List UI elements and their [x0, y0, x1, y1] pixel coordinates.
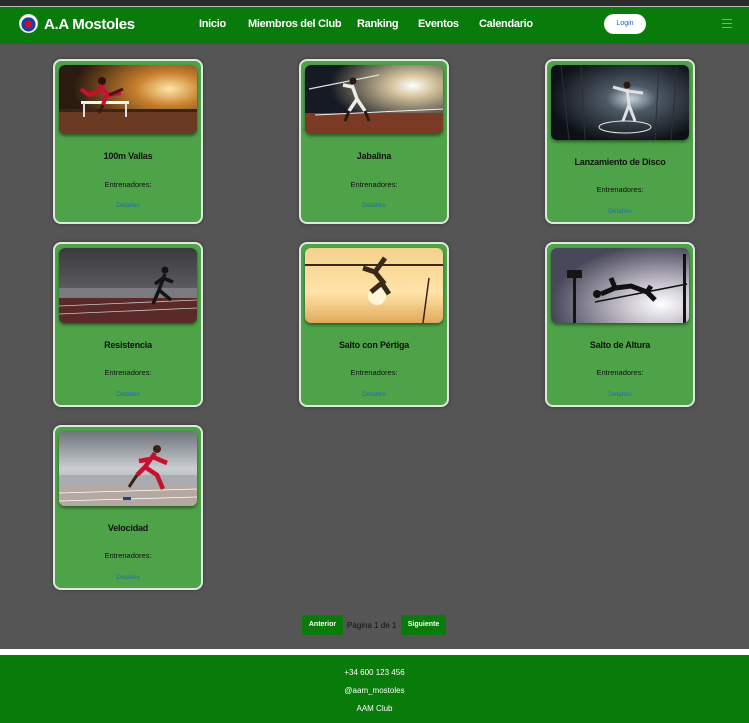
page-indicator: Página 1 de 1	[347, 621, 397, 630]
club-logo[interactable]	[19, 14, 38, 33]
card-title: Salto con Pértiga	[338, 340, 410, 350]
discipline-card: 100m Vallas Entrenadores: Detalles	[53, 59, 203, 224]
brand-name[interactable]: A.A Mostoles	[44, 16, 135, 33]
previous-page-button[interactable]: Anterior	[302, 615, 343, 635]
card-title: Salto de Altura	[589, 340, 651, 350]
card-coaches-label: Entrenadores:	[104, 180, 152, 189]
footer-social-handle: @aam_mostoles	[344, 686, 405, 695]
card-details-link[interactable]: Detalles	[301, 202, 447, 209]
discipline-card: Resistencia Entrenadores: Detalles	[53, 242, 203, 407]
discipline-card: Jabalina Entrenadores: Detalles	[299, 59, 449, 224]
card-details-link[interactable]: Detalles	[55, 391, 201, 398]
discipline-card: Salto con Pértiga Entrenadores: Detalles	[299, 242, 449, 407]
card-coaches-label: Entrenadores:	[104, 551, 152, 560]
card-coaches-label: Entrenadores:	[104, 368, 152, 377]
card-coaches-label: Entrenadores:	[350, 368, 398, 377]
discipline-card: Salto de Altura Entrenadores: Detalles	[545, 242, 695, 407]
card-details-link[interactable]: Detalles	[301, 391, 447, 398]
card-image-javelin	[305, 65, 443, 134]
discipline-card: Velocidad Entrenadores: Detalles	[53, 425, 203, 590]
card-image-pole-vault	[305, 248, 443, 323]
card-title: 100m Vallas	[103, 151, 153, 161]
card-title: Jabalina	[356, 151, 392, 161]
nav-link-eventos[interactable]: Eventos	[418, 18, 459, 30]
card-image-discus	[551, 65, 689, 140]
card-title: Resistencia	[104, 340, 152, 350]
card-title: Velocidad	[107, 523, 149, 533]
footer-club-name: AAM Club	[356, 704, 393, 713]
card-details-link[interactable]: Detalles	[547, 208, 693, 215]
nav-link-miembros[interactable]: Miembros del Club	[248, 18, 342, 30]
footer: +34 600 123 456 @aam_mostoles AAM Club	[0, 655, 749, 723]
next-page-button[interactable]: Siguiente	[401, 615, 446, 635]
discipline-card: Lanzamiento de Disco Entrenadores: Detal…	[545, 59, 695, 224]
nav-link-calendario[interactable]: Calendario	[479, 18, 533, 30]
login-button[interactable]: Login	[604, 14, 646, 34]
card-coaches-label: Entrenadores:	[350, 180, 398, 189]
nav-link-inicio[interactable]: Inicio	[199, 18, 226, 30]
card-details-link[interactable]: Detalles	[55, 202, 201, 209]
card-coaches-label: Entrenadores:	[596, 185, 644, 194]
card-details-link[interactable]: Detalles	[55, 574, 201, 581]
card-image-hurdles	[59, 65, 197, 134]
nav-link-ranking[interactable]: Ranking	[357, 18, 399, 30]
card-image-sprint	[59, 431, 197, 506]
footer-phone: +34 600 123 456	[344, 668, 405, 677]
card-coaches-label: Entrenadores:	[596, 368, 644, 377]
menu-icon[interactable]	[722, 19, 732, 29]
card-details-link[interactable]: Detalles	[547, 391, 693, 398]
card-image-endurance	[59, 248, 197, 323]
card-title: Lanzamiento de Disco	[574, 157, 666, 167]
navbar: A.A Mostoles Inicio Miembros del Club Ra…	[0, 6, 749, 44]
card-image-high-jump	[551, 248, 689, 323]
